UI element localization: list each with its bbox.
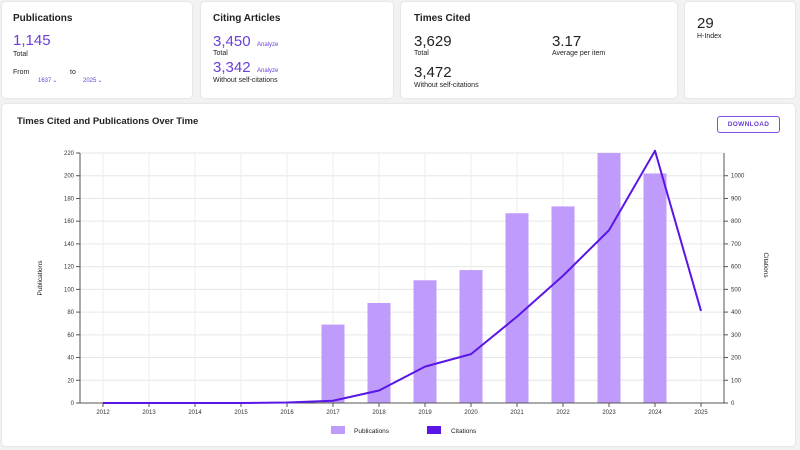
bar-publications [413,280,437,403]
y-left-tick-label: 20 [67,378,74,384]
y-left-tick-label: 140 [64,242,75,248]
y-left-tick-label: 40 [67,356,74,362]
y-left-tick-label: 200 [64,174,75,180]
y-right-tick-label: 0 [731,401,735,407]
y-left-tick-label: 100 [64,287,75,293]
x-tick-label: 2019 [418,410,432,416]
legend-label-publications: Publications [354,428,390,435]
y-right-tick-label: 900 [731,196,742,202]
y-left-tick-label: 0 [71,401,75,407]
y-left-axis-title: Publications [37,260,44,296]
y-right-tick-label: 1000 [731,174,745,180]
y-left-tick-label: 220 [64,151,75,157]
y-left-tick-label: 120 [64,265,75,271]
x-tick-label: 2023 [602,410,616,416]
y-left-tick-label: 80 [67,310,74,316]
y-right-tick-label: 300 [731,333,742,339]
legend-label-citations: Citations [451,428,477,435]
times-cited-publications-chart: 0 20 40 60 80 100 120 140 160 180 200 220 2012 2013 20… [37,149,769,435]
bar-publications [505,213,529,403]
x-tick-label: 2014 [188,410,202,416]
y-right-tick-label: 400 [731,310,742,316]
bar-publications [367,303,391,403]
y-right-tick-label: 600 [731,265,742,271]
y-left-tick-label: 60 [67,333,74,339]
y-left-tick-label: 160 [64,219,75,225]
legend-swatch-citations [427,426,441,434]
x-tick-label: 2015 [234,410,248,416]
y-right-tick-label: 700 [731,242,742,248]
x-tick-label: 2020 [464,410,478,416]
x-tick-label: 2021 [510,410,524,416]
x-tick-label: 2012 [96,410,110,416]
y-left-tick-label: 180 [64,196,75,202]
bar-publications [321,324,345,403]
x-tick-label: 2016 [280,410,294,416]
bar-publications [643,173,667,403]
bar-publications [597,153,621,403]
x-tick-label: 2018 [372,410,386,416]
x-tick-label: 2017 [326,410,340,416]
x-tick-label: 2024 [648,410,662,416]
x-tick-label: 2013 [142,410,156,416]
bar-publications [551,206,575,403]
bar-publications [459,270,483,403]
x-tick-label: 2022 [556,410,570,416]
y-right-tick-label: 200 [731,356,742,362]
y-right-tick-label: 500 [731,287,742,293]
y-right-axis-title: Citations [762,252,769,278]
x-tick-label: 2025 [694,410,708,416]
y-right-tick-label: 100 [731,378,742,384]
y-right-tick-label: 800 [731,219,742,225]
legend-swatch-publications [331,426,345,434]
